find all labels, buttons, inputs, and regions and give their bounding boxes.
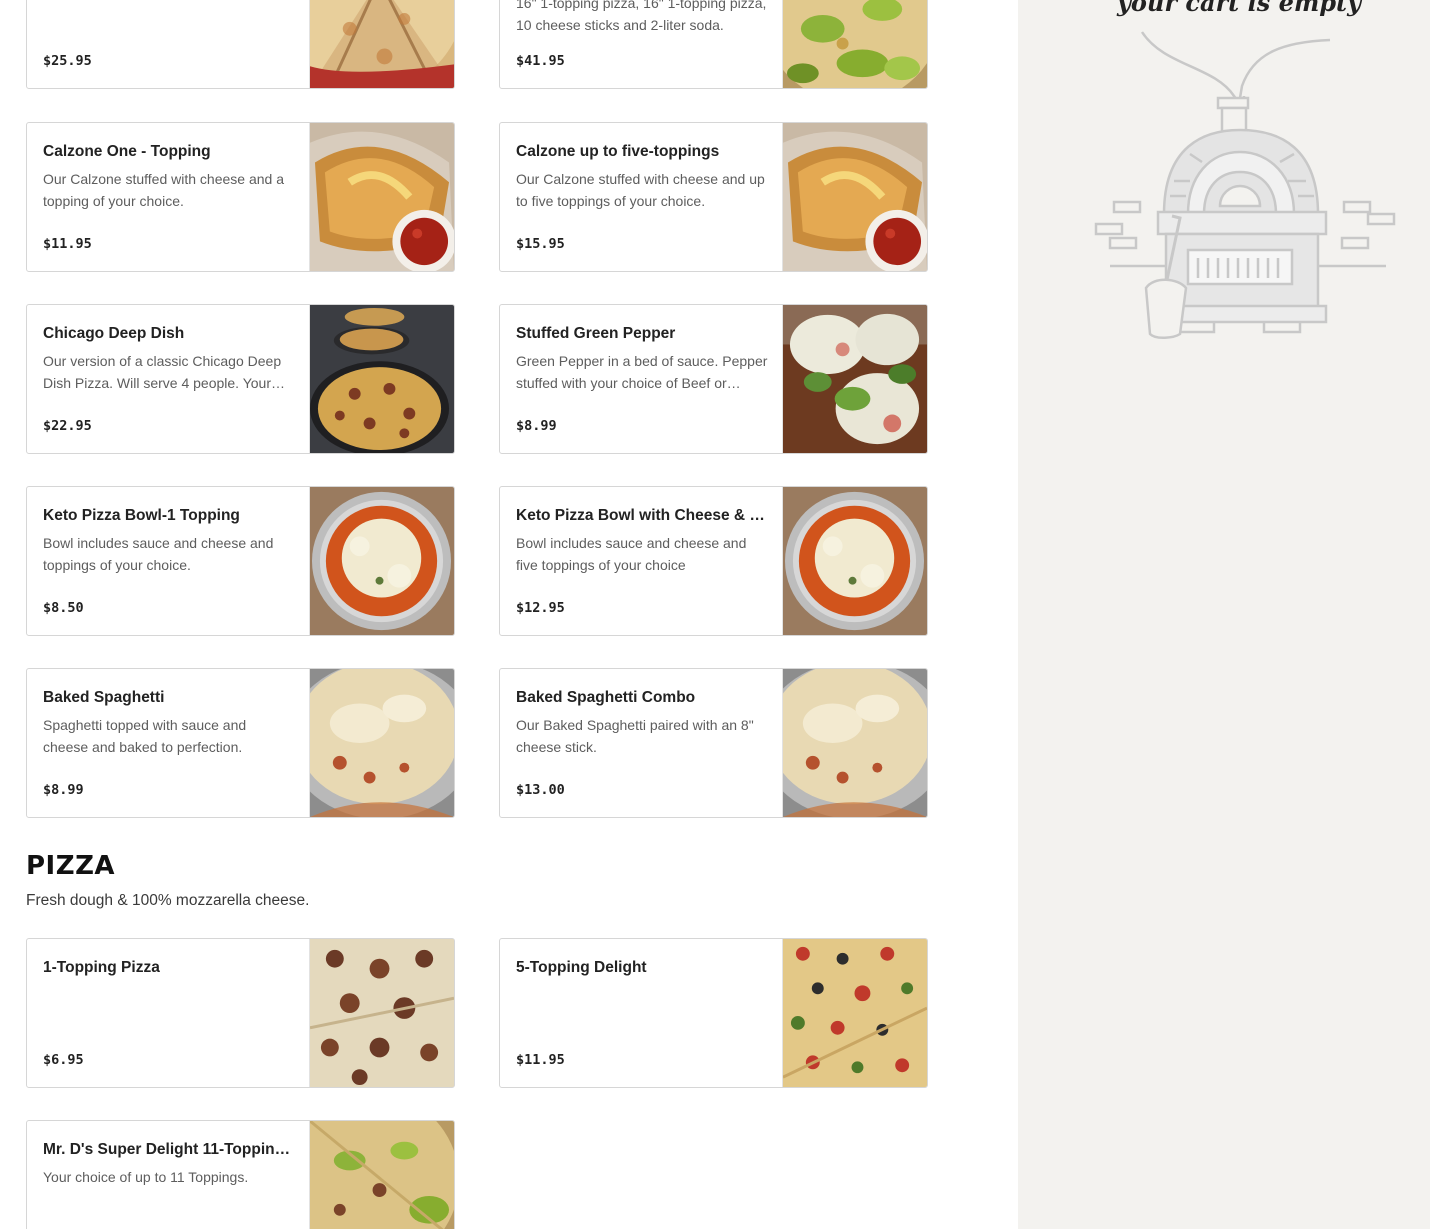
menu-item-price: $13.00: [516, 782, 565, 798]
menu-item-photo: [782, 939, 927, 1087]
menu-item-card[interactable]: Chicago Deep Dish Our version of a class…: [26, 304, 455, 454]
menu-item-photo: [309, 305, 454, 453]
menu-item-photo: [309, 1121, 454, 1229]
menu-item-name: Stuffed Green Pepper: [516, 325, 676, 342]
menu-item-description: Bowl includes sauce and cheese and toppi…: [43, 535, 274, 573]
menu-item-description: Our Baked Spaghetti paired with an 8" ch…: [516, 717, 754, 755]
menu-item-description: Our version of a classic Chicago Deep Di…: [43, 353, 282, 391]
menu-item-description: Green Pepper in a bed of sauce. Pepper s…: [516, 353, 768, 391]
menu-item-card[interactable]: Keto Pizza Bowl-1 Topping Bowl includes …: [26, 486, 455, 636]
menu-item-price: $11.95: [43, 236, 92, 252]
menu-item-description: Spaghetti topped with sauce and cheese a…: [43, 717, 247, 755]
menu-item-photo: [782, 487, 927, 635]
pizza-oven-illustration: [1094, 31, 1396, 339]
menu-item-price: $8.99: [516, 418, 557, 434]
menu-item-photo: [309, 939, 454, 1087]
menu-item-price: $8.50: [43, 600, 84, 616]
menu-item-card[interactable]: Mr. D's Super Delight 11-Topping Pizza Y…: [26, 1120, 455, 1229]
menu-item-price: $15.95: [516, 236, 565, 252]
menu-item-name: 5-Topping Delight: [516, 959, 647, 976]
section-title-pizza: PIZZA: [26, 851, 116, 881]
menu-list: $25.95 16" 1-topping pizza, 16" 1-toppin…: [26, 0, 986, 1229]
menu-item-price: $12.95: [516, 600, 565, 616]
menu-item-photo: [309, 123, 454, 271]
menu-item-name: Chicago Deep Dish: [43, 325, 185, 342]
cart-panel: your cart is empty: [1018, 0, 1430, 1229]
menu-item-name: Mr. D's Super Delight 11-Topping Pizza: [43, 1141, 299, 1158]
menu-item-name: Baked Spaghetti: [43, 689, 165, 706]
menu-item-name: Calzone up to five-toppings: [516, 143, 720, 160]
menu-item-card[interactable]: Baked Spaghetti Spaghetti topped with sa…: [26, 668, 455, 818]
menu-item-card[interactable]: 16" 1-topping pizza, 16" 1-topping pizza…: [499, 0, 928, 89]
menu-item-price: $6.95: [43, 1052, 84, 1068]
section-subtitle: Fresh dough & 100% mozzarella cheese.: [26, 892, 310, 909]
menu-item-name: 1-Topping Pizza: [43, 959, 160, 976]
menu-item-card[interactable]: $25.95: [26, 0, 455, 89]
menu-item-photo: [782, 305, 927, 453]
menu-item-photo: [309, 669, 454, 817]
menu-item-name: Keto Pizza Bowl-1 Topping: [43, 507, 240, 524]
menu-item-name: Baked Spaghetti Combo: [516, 689, 696, 706]
menu-item-photo: [782, 123, 927, 271]
menu-item-card[interactable]: 1-Topping Pizza $6.95: [26, 938, 455, 1088]
menu-item-photo: [309, 0, 454, 88]
menu-item-photo: [782, 669, 927, 817]
menu-item-card[interactable]: Calzone up to five-toppings Our Calzone …: [499, 122, 928, 272]
menu-item-photo: [782, 0, 927, 88]
menu-item-price: $8.99: [43, 782, 84, 798]
restaurant-menu-page: $25.95 16" 1-topping pizza, 16" 1-toppin…: [0, 0, 1430, 1229]
menu-item-card[interactable]: Baked Spaghetti Combo Our Baked Spaghett…: [499, 668, 928, 818]
menu-item-name: Keto Pizza Bowl with Cheese & Five Toppi…: [516, 507, 772, 524]
menu-item-description: Our Calzone stuffed with cheese and up t…: [516, 171, 765, 209]
menu-item-description: 16" 1-topping pizza, 16" 1-topping pizza…: [516, 0, 767, 33]
menu-item-card[interactable]: Stuffed Green Pepper Green Pepper in a b…: [499, 304, 928, 454]
menu-item-photo: [309, 487, 454, 635]
menu-item-card[interactable]: 5-Topping Delight $11.95: [499, 938, 928, 1088]
menu-item-card[interactable]: Keto Pizza Bowl with Cheese & Five Toppi…: [499, 486, 928, 636]
menu-item-description: Your choice of up to 11 Toppings.: [43, 1169, 249, 1185]
cart-empty-message: your cart is empty: [1116, 0, 1362, 17]
menu-item-price: $11.95: [516, 1052, 565, 1068]
menu-item-card[interactable]: Calzone One - Topping Our Calzone stuffe…: [26, 122, 455, 272]
menu-item-price: $22.95: [43, 418, 92, 434]
menu-item-price: $41.95: [516, 53, 565, 69]
menu-item-description: Bowl includes sauce and cheese and five …: [516, 535, 747, 573]
menu-item-price: $25.95: [43, 53, 92, 69]
menu-item-description: Our Calzone stuffed with cheese and a to…: [43, 171, 285, 209]
menu-item-name: Calzone One - Topping: [43, 143, 211, 160]
